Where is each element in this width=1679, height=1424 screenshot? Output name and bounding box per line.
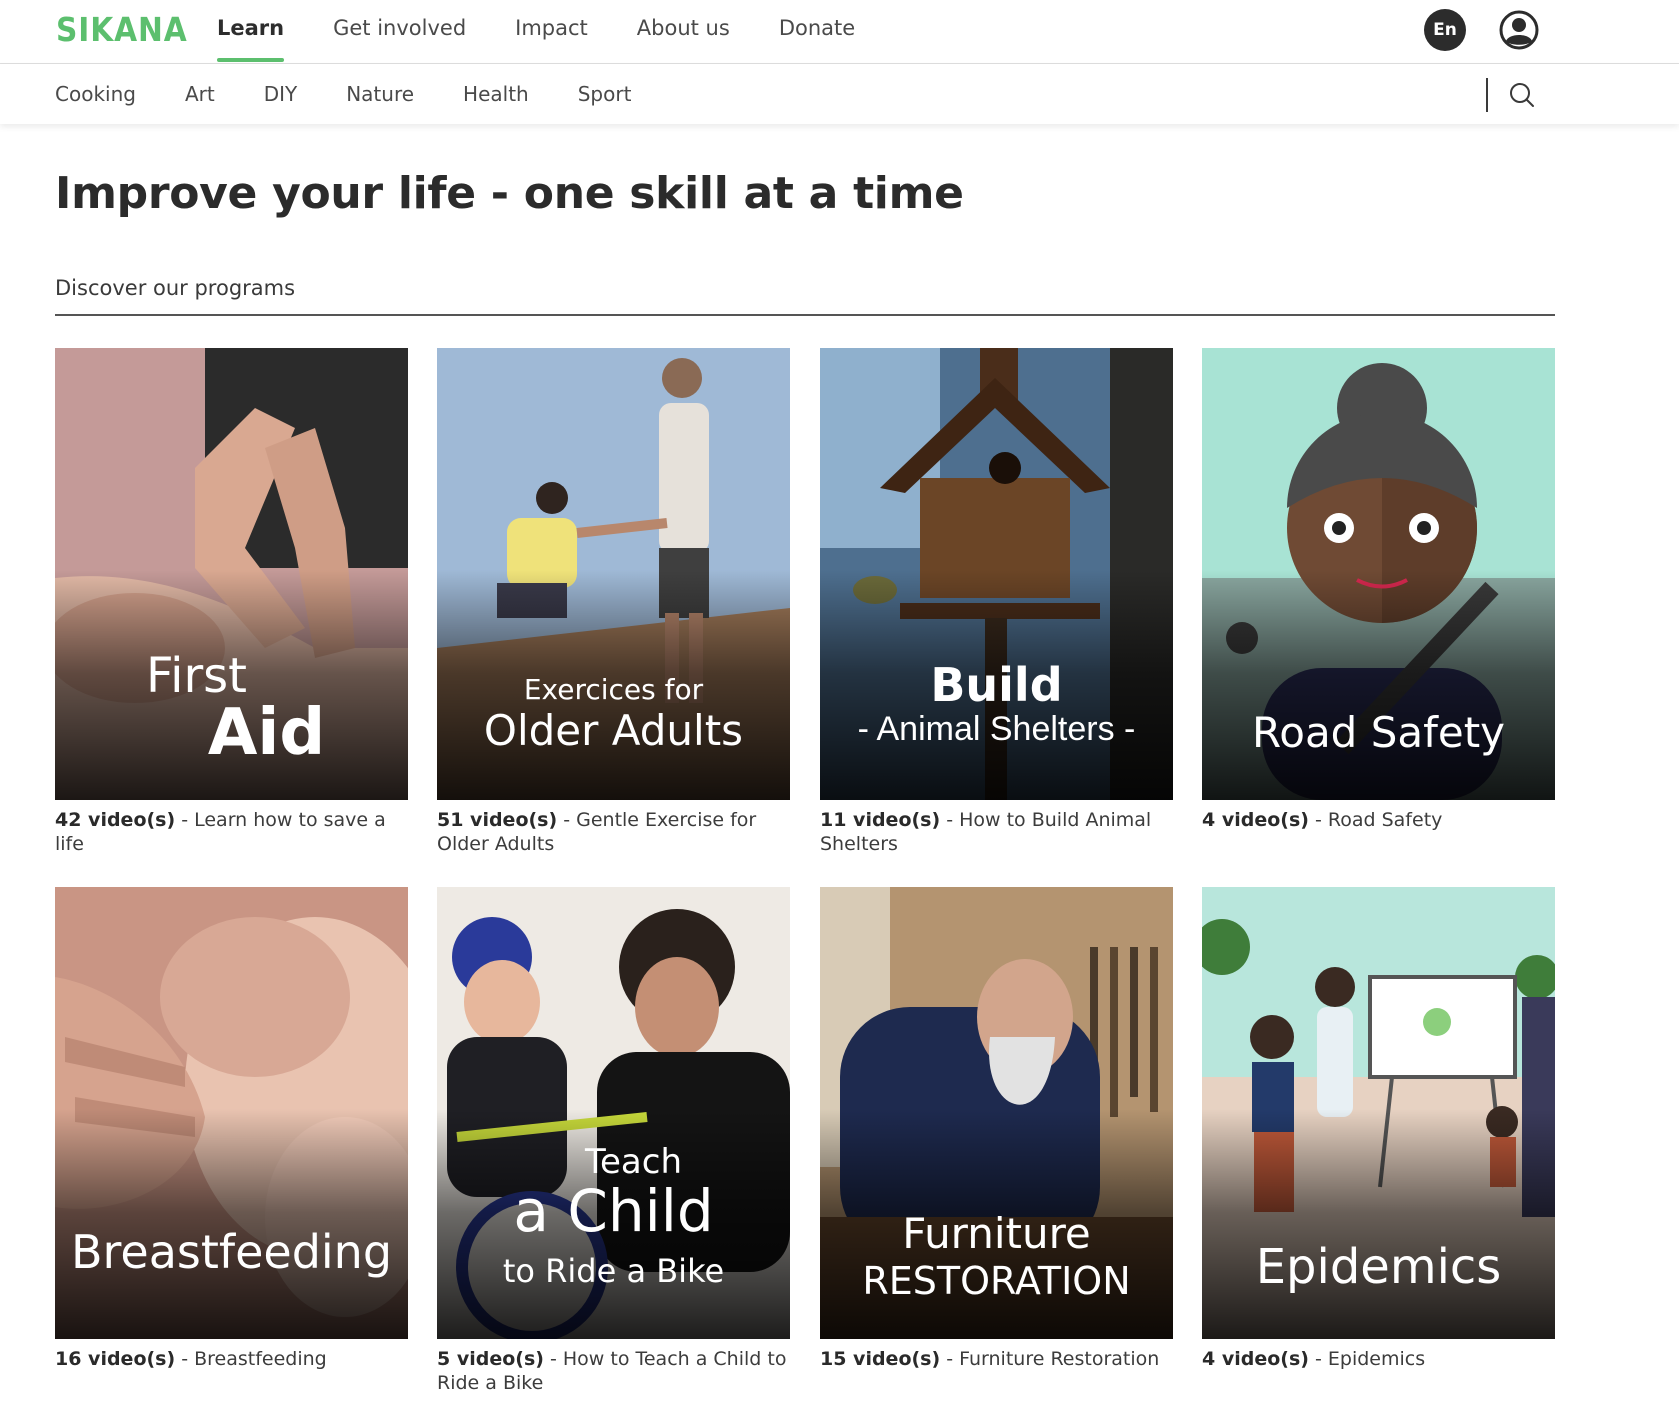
category-cooking[interactable]: Cooking xyxy=(55,64,136,124)
divider xyxy=(1486,78,1488,112)
program-title-top: Exercices for xyxy=(523,673,704,706)
page-title: Improve your life - one skill at a time xyxy=(55,168,964,219)
video-count: 42 video(s) xyxy=(55,809,176,831)
program-title-bottom: Older Adults xyxy=(483,706,744,755)
program-description: Breastfeeding xyxy=(194,1348,327,1370)
section-title: Discover our programs xyxy=(55,276,296,300)
video-count: 4 video(s) xyxy=(1202,809,1309,831)
thumbnail-shade xyxy=(1202,1109,1555,1339)
program-card-road-safety[interactable]: Road Safety 4 video(s) - Road Safety xyxy=(1202,348,1555,832)
program-title-mid: a Child xyxy=(513,1177,714,1245)
program-title-bottom: Epidemics xyxy=(1255,1239,1502,1295)
video-count: 11 video(s) xyxy=(820,809,941,831)
program-card-first-aid[interactable]: First Aid 42 video(s) - Learn how to sav… xyxy=(55,348,408,856)
section-divider xyxy=(55,314,1555,316)
program-description: Furniture Restoration xyxy=(959,1348,1160,1370)
program-card-teach-child-bike[interactable]: Teach a Child to Ride a Bike 5 video(s) … xyxy=(437,887,790,1395)
top-navbar: SIKANA Learn Get involved Impact About u… xyxy=(0,0,1679,64)
video-count: 5 video(s) xyxy=(437,1348,544,1370)
program-description: Road Safety xyxy=(1327,809,1443,831)
program-card-older-adults[interactable]: Exercices for Older Adults 51 video(s) -… xyxy=(437,348,790,856)
program-title-bottom: RESTORATION xyxy=(862,1259,1131,1303)
program-caption: 42 video(s) - Learn how to save a life xyxy=(55,809,386,855)
category-health[interactable]: Health xyxy=(463,64,529,124)
program-card-breastfeeding[interactable]: Breastfeeding 16 video(s) - Breastfeedin… xyxy=(55,887,408,1371)
program-card-epidemics[interactable]: Epidemics 4 video(s) - Epidemics xyxy=(1202,887,1555,1371)
program-title-bottom: Road Safety xyxy=(1251,708,1506,757)
category-art[interactable]: Art xyxy=(185,64,215,124)
language-switcher[interactable]: En xyxy=(1424,9,1466,51)
program-caption: 4 video(s) - Epidemics xyxy=(1202,1348,1426,1370)
category-diy[interactable]: DIY xyxy=(264,64,298,124)
program-thumbnail[interactable]: Breastfeeding xyxy=(55,887,408,1339)
program-thumbnail[interactable]: Build - Animal Shelters - xyxy=(820,348,1173,800)
program-title-top: Teach xyxy=(585,1142,682,1182)
program-card-animal-shelters[interactable]: Build - Animal Shelters - 11 video(s) - … xyxy=(820,348,1173,856)
user-avatar-icon[interactable] xyxy=(1499,10,1539,50)
nav-donate[interactable]: Donate xyxy=(779,0,855,64)
program-card-furniture-restoration[interactable]: Furniture RESTORATION 15 video(s) - Furn… xyxy=(820,887,1173,1371)
video-count: 15 video(s) xyxy=(820,1348,941,1370)
search-icon[interactable] xyxy=(1508,81,1536,109)
category-bar: Cooking Art DIY Nature Health Sport xyxy=(0,64,1679,124)
category-nav: Cooking Art DIY Nature Health Sport xyxy=(55,64,680,124)
program-thumbnail[interactable]: Exercices for Older Adults xyxy=(437,348,790,800)
thumbnail-shade xyxy=(1202,570,1555,800)
program-description: Epidemics xyxy=(1327,1348,1426,1370)
program-thumbnail[interactable]: Teach a Child to Ride a Bike xyxy=(437,887,790,1339)
category-sport[interactable]: Sport xyxy=(578,64,632,124)
nav-impact[interactable]: Impact xyxy=(515,0,588,64)
program-title-top: Furniture xyxy=(902,1209,1091,1258)
video-count: 16 video(s) xyxy=(55,1348,176,1370)
program-caption: 51 video(s) - Gentle Exercise for Older … xyxy=(437,809,757,855)
program-thumbnail[interactable]: Furniture RESTORATION xyxy=(820,887,1173,1339)
program-caption: 4 video(s) - Road Safety xyxy=(1202,809,1443,831)
program-title-bottom: Aid xyxy=(207,696,326,770)
program-title-top: Build xyxy=(930,658,1063,712)
main-nav: Learn Get involved Impact About us Donat… xyxy=(217,0,904,64)
thumbnail-shade xyxy=(55,1109,408,1339)
sikana-logo[interactable]: SIKANA xyxy=(56,10,188,49)
program-caption: 15 video(s) - Furniture Restoration xyxy=(820,1348,1160,1370)
program-thumbnail[interactable]: Road Safety xyxy=(1202,348,1555,800)
program-caption: 11 video(s) - How to Build Animal Shelte… xyxy=(820,809,1152,855)
nav-get-involved[interactable]: Get involved xyxy=(333,0,466,64)
nav-learn[interactable]: Learn xyxy=(217,0,285,64)
video-count: 51 video(s) xyxy=(437,809,558,831)
program-title-bottom: to Ride a Bike xyxy=(502,1252,725,1290)
video-count: 4 video(s) xyxy=(1202,1348,1309,1370)
program-thumbnail[interactable]: Epidemics xyxy=(1202,887,1555,1339)
program-title-bottom: Breastfeeding xyxy=(70,1225,393,1279)
nav-about-us[interactable]: About us xyxy=(637,0,730,64)
program-thumbnail[interactable]: First Aid xyxy=(55,348,408,800)
program-caption: 16 video(s) - Breastfeeding xyxy=(55,1348,327,1370)
program-title-bottom: - Animal Shelters - xyxy=(857,710,1136,748)
category-nature[interactable]: Nature xyxy=(346,64,414,124)
program-caption: 5 video(s) - How to Teach a Child to Rid… xyxy=(437,1348,787,1394)
